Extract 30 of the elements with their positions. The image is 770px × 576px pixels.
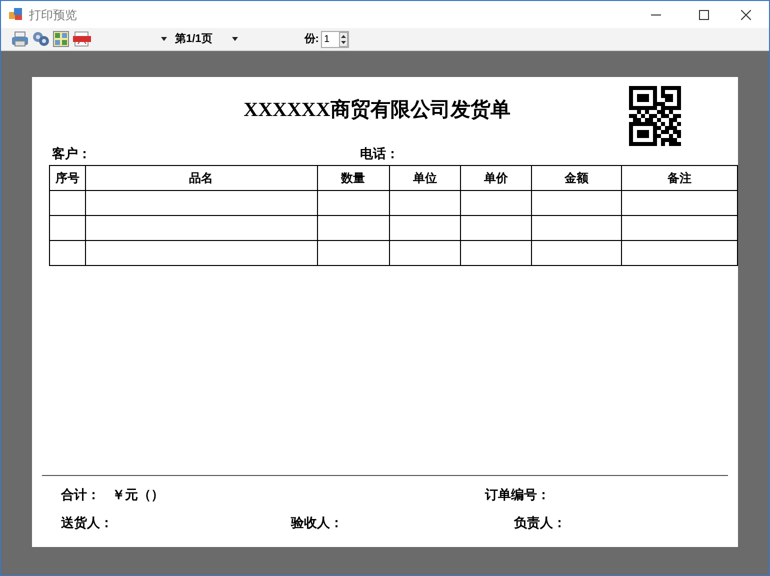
caret-icon[interactable]: [161, 37, 167, 41]
close-icon[interactable]: [741, 10, 751, 20]
total-amount: ￥元（）: [112, 486, 165, 504]
caret-icon[interactable]: [232, 37, 238, 41]
copies-spinner[interactable]: 1: [320, 30, 349, 48]
column-header: 品名: [189, 170, 214, 184]
customer-label: 客户：: [52, 145, 92, 163]
printer-icon[interactable]: [11, 31, 29, 47]
copies-label: 份:: [304, 32, 319, 47]
document-title: XXXXXX商贸有限公司发货单: [244, 98, 510, 123]
gears-icon[interactable]: [32, 31, 50, 47]
column-header: 序号: [55, 170, 80, 184]
total-label: 合计：: [61, 486, 100, 504]
manager-label: 负责人：: [514, 514, 566, 532]
column-header: 金额: [564, 170, 588, 184]
column-header: 单价: [484, 170, 508, 184]
maximize-icon[interactable]: [699, 10, 709, 20]
phone-label: 电话：: [360, 145, 399, 163]
column-header: 数量: [341, 170, 366, 184]
column-header: 单位: [412, 170, 437, 184]
column-header: 备注: [667, 170, 692, 184]
spinner-arrows-icon[interactable]: [338, 32, 348, 46]
deliverer-label: 送货人：: [61, 514, 114, 532]
receiver-label: 验收人：: [291, 514, 344, 532]
app-icon: [9, 8, 23, 21]
window-title: 打印预览: [29, 6, 77, 24]
page-indicator: 第1/1页: [175, 32, 212, 47]
order-number-label: 订单编号：: [485, 486, 550, 504]
grid-icon[interactable]: [53, 31, 69, 47]
pdf-icon[interactable]: [73, 31, 91, 47]
